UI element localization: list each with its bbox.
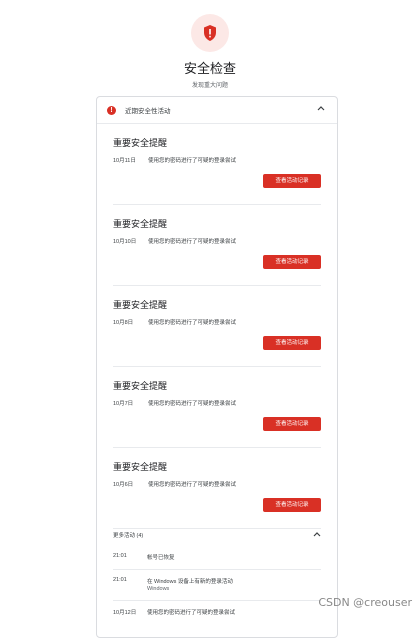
view-activity-button[interactable]: 查看活动记录 xyxy=(263,498,321,512)
chevron-up-icon[interactable] xyxy=(317,105,325,111)
activity-description: 帐号已恢复 xyxy=(147,555,175,561)
alert-item: 重要安全提醒 10月10日 使用您的密码进行了可疑的登录尝试 查看活动记录 xyxy=(113,205,321,286)
view-activity-button[interactable]: 查看活动记录 xyxy=(263,336,321,350)
activity-description: 在 Windows 设备上有新的登录活动 xyxy=(147,579,233,585)
page-header: 安全检查 发现重大问题 xyxy=(0,14,420,89)
alert-description: 使用您的密码进行了可疑的登录尝试 xyxy=(148,320,237,326)
alert-icon: ! xyxy=(107,105,116,115)
alert-date: 10月6日 xyxy=(113,482,134,488)
shield-badge xyxy=(191,14,229,52)
activity-time: 10月12日 xyxy=(113,610,137,616)
alert-description: 使用您的密码进行了可疑的登录尝试 xyxy=(148,401,237,407)
alert-title: 重要安全提醒 xyxy=(113,462,168,472)
recent-activity-header[interactable]: ! 近期安全性活动 xyxy=(97,97,337,124)
page-subtitle: 发现重大问题 xyxy=(191,83,228,89)
activity-time: 21:01 xyxy=(113,553,127,559)
alert-date: 10月11日 xyxy=(113,158,136,164)
alert-description: 使用您的密码进行了可疑的登录尝试 xyxy=(148,239,237,245)
activity-item[interactable]: 10月12日 使用您的密码进行了可疑的登录尝试 xyxy=(113,601,321,623)
alert-date: 10月10日 xyxy=(113,239,137,245)
activity-item[interactable]: 21:01 在 Windows 设备上有新的登录活动 Windows xyxy=(113,570,321,601)
alert-description: 使用您的密码进行了可疑的登录尝试 xyxy=(148,482,237,488)
recent-activity-label: 近期安全性活动 xyxy=(125,108,171,115)
alert-title: 重要安全提醒 xyxy=(113,219,168,229)
alert-item: 重要安全提醒 10月7日 使用您的密码进行了可疑的登录尝试 查看活动记录 xyxy=(113,367,321,448)
view-activity-button[interactable]: 查看活动记录 xyxy=(263,174,321,188)
watermark: CSDN @creouser xyxy=(318,596,412,609)
more-activity-label: 更多活动 (4) xyxy=(113,533,144,539)
activity-time: 21:01 xyxy=(113,577,127,583)
security-activity-card: ! 近期安全性活动 重要安全提醒 10月11日 使用您的密码进行了可疑的登录尝试… xyxy=(96,96,338,638)
alert-title: 重要安全提醒 xyxy=(113,381,168,391)
page-title: 安全检查 xyxy=(183,61,236,76)
alert-item: 重要安全提醒 10月6日 使用您的密码进行了可疑的登录尝试 查看活动记录 xyxy=(113,448,321,529)
alert-title: 重要安全提醒 xyxy=(113,300,168,310)
alert-item: 重要安全提醒 10月11日 使用您的密码进行了可疑的登录尝试 查看活动记录 xyxy=(113,124,321,205)
more-activity-section: 更多活动 (4) 21:01 帐号已恢复 21:01 在 Windows 设备上… xyxy=(97,524,337,623)
more-activity-header[interactable]: 更多活动 (4) xyxy=(113,524,321,546)
activity-device: Windows xyxy=(147,586,170,592)
alert-title: 重要安全提醒 xyxy=(113,138,168,148)
shield-alert-icon xyxy=(204,25,216,41)
alert-date: 10月8日 xyxy=(113,320,134,326)
alert-description: 使用您的密码进行了可疑的登录尝试 xyxy=(148,158,237,164)
chevron-up-icon[interactable] xyxy=(313,531,321,537)
alert-date: 10月7日 xyxy=(113,401,134,407)
alert-item: 重要安全提醒 10月8日 使用您的密码进行了可疑的登录尝试 查看活动记录 xyxy=(113,286,321,367)
view-activity-button[interactable]: 查看活动记录 xyxy=(263,417,321,431)
view-activity-button[interactable]: 查看活动记录 xyxy=(263,255,321,269)
activity-item[interactable]: 21:01 帐号已恢复 xyxy=(113,546,321,570)
activity-description: 使用您的密码进行了可疑的登录尝试 xyxy=(147,610,236,616)
